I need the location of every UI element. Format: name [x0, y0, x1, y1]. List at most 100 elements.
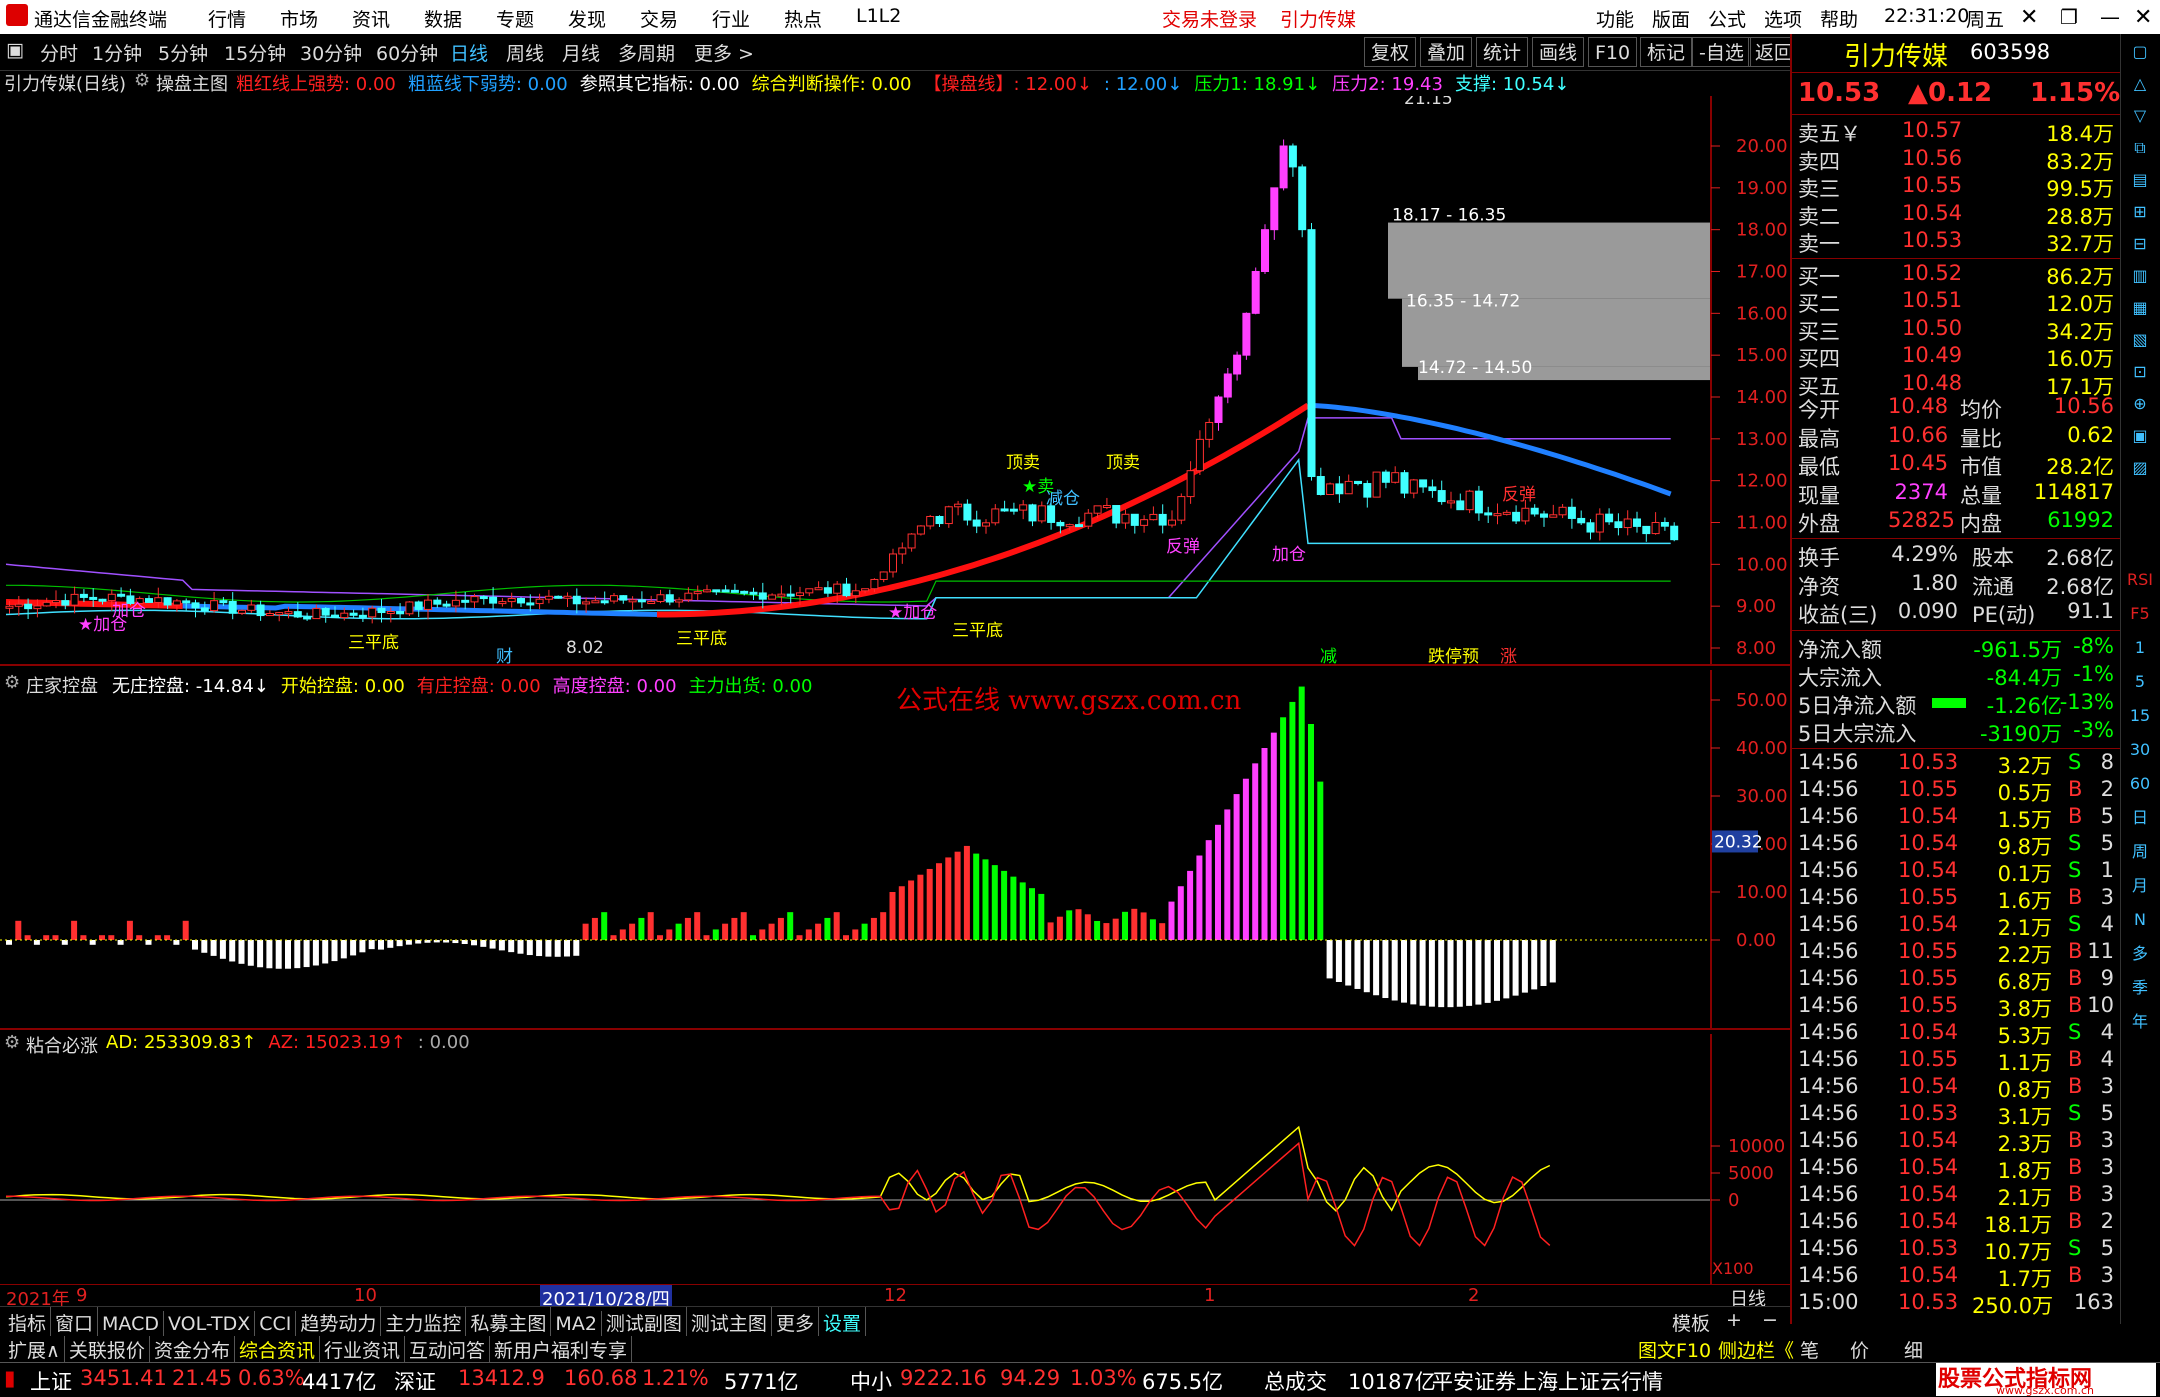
- period-15min[interactable]: 15分钟: [224, 39, 286, 66]
- f10-button[interactable]: F10: [1588, 37, 1638, 67]
- window-close-icon[interactable]: ✕: [2134, 5, 2152, 30]
- menu-function[interactable]: 功能: [1596, 5, 1634, 32]
- side-period-button[interactable]: 15: [2127, 704, 2153, 728]
- mark-button[interactable]: 标记: [1640, 37, 1693, 67]
- bid-row[interactable]: 买三 10.50 34.2万: [1792, 316, 2118, 344]
- side-tool-icon[interactable]: ⊟: [2127, 232, 2153, 256]
- trade-status[interactable]: 交易未登录: [1162, 5, 1257, 32]
- close-icon[interactable]: ✕: [2020, 5, 2038, 30]
- watchlist-button[interactable]: -自选: [1692, 37, 1751, 67]
- side-period-button[interactable]: 5: [2127, 670, 2153, 694]
- side-tool-icon[interactable]: ▢: [2127, 40, 2153, 64]
- period-60min[interactable]: 60分钟: [376, 39, 438, 66]
- sidebar-tab[interactable]: 侧边栏《: [1718, 1336, 1794, 1363]
- draw-button[interactable]: 画线: [1532, 37, 1585, 67]
- menu-l1l2[interactable]: L1L2: [856, 5, 901, 27]
- indicator-tab[interactable]: 更多: [772, 1307, 819, 1338]
- side-period-button[interactable]: 日: [2127, 806, 2153, 830]
- indicator-tab[interactable]: 主力监控: [381, 1307, 467, 1338]
- side-tool-icon[interactable]: ▣: [2127, 424, 2153, 448]
- maximize-icon[interactable]: ❐: [2060, 5, 2078, 29]
- main-indicator-name[interactable]: 操盘主图: [156, 70, 228, 96]
- low-indicator-name[interactable]: 粘合必涨: [26, 1032, 98, 1058]
- indicator-tab[interactable]: 测试副图: [602, 1307, 687, 1338]
- menu-trade[interactable]: 交易: [640, 5, 678, 32]
- ask-row[interactable]: 卖四 10.56 83.2万: [1792, 146, 2118, 174]
- settings-icon[interactable]: ⚙: [134, 70, 150, 91]
- bid-row[interactable]: 买二 10.51 12.0万: [1792, 288, 2118, 316]
- side-tool-icon[interactable]: ⊡: [2127, 360, 2153, 384]
- side-period-button[interactable]: N: [2127, 908, 2153, 932]
- menu-layout[interactable]: 版面: [1652, 5, 1690, 32]
- side-tool-icon[interactable]: ⊞: [2127, 200, 2153, 224]
- indicator-tab[interactable]: VOL-TDX: [164, 1311, 256, 1337]
- indicator-tab[interactable]: CCI: [255, 1311, 297, 1337]
- menu-formula[interactable]: 公式: [1708, 5, 1746, 32]
- mid-indicator-name[interactable]: 庄家控盘: [26, 672, 98, 698]
- tick-tab[interactable]: 笔: [1800, 1336, 1819, 1363]
- overlay-button[interactable]: 叠加: [1420, 37, 1473, 67]
- bid-row[interactable]: 买四 10.49 16.0万: [1792, 343, 2118, 371]
- period-30min[interactable]: 30分钟: [300, 39, 362, 66]
- indicator-tab[interactable]: 测试主图: [687, 1307, 772, 1338]
- menu-industry[interactable]: 行业: [712, 5, 750, 32]
- indicator-tab[interactable]: 趋势动力: [296, 1307, 382, 1338]
- toolbar-menu-icon[interactable]: ▣: [6, 39, 24, 61]
- period-more[interactable]: 更多 >: [694, 39, 754, 66]
- ask-row[interactable]: 卖五￥ 10.57 18.4万: [1792, 118, 2118, 146]
- indicator-tab[interactable]: MACD: [98, 1311, 164, 1337]
- add-button[interactable]: +: [1726, 1309, 1742, 1331]
- menu-quotes[interactable]: 行情: [208, 5, 246, 32]
- info-tab[interactable]: 综合资讯: [235, 1336, 320, 1363]
- settings-icon[interactable]: ⚙: [4, 672, 20, 693]
- indicator-tab[interactable]: MA2: [551, 1311, 602, 1337]
- side-tool-icon[interactable]: ▤: [2127, 168, 2153, 192]
- status-menu-icon[interactable]: ▮: [4, 1366, 16, 1390]
- period-5min[interactable]: 5分钟: [158, 39, 208, 66]
- price-tab[interactable]: 价: [1850, 1336, 1869, 1363]
- menu-discover[interactable]: 发现: [568, 5, 606, 32]
- side-period-button[interactable]: 季: [2127, 976, 2153, 1000]
- menu-market[interactable]: 市场: [280, 5, 318, 32]
- side-period-button[interactable]: RSI: [2127, 568, 2153, 592]
- indicator-tab[interactable]: 指标: [4, 1307, 52, 1338]
- side-tool-icon[interactable]: ▥: [2127, 264, 2153, 288]
- side-period-button[interactable]: F5: [2127, 602, 2153, 626]
- info-tab[interactable]: 行业资讯: [320, 1336, 405, 1363]
- indicator-tab[interactable]: 设置: [819, 1307, 866, 1338]
- ask-row[interactable]: 卖二 10.54 28.8万: [1792, 201, 2118, 229]
- side-period-button[interactable]: 60: [2127, 772, 2153, 796]
- side-tool-icon[interactable]: ▦: [2127, 296, 2153, 320]
- indicator-tab[interactable]: 私募主图: [466, 1307, 552, 1338]
- period-multi[interactable]: 多周期: [618, 39, 675, 66]
- side-tool-icon[interactable]: ⧉: [2127, 136, 2153, 160]
- stats-button[interactable]: 统计: [1476, 37, 1529, 67]
- side-period-button[interactable]: 30: [2127, 738, 2153, 762]
- menu-topic[interactable]: 专题: [496, 5, 534, 32]
- info-tab[interactable]: 新用户福利专享: [490, 1336, 633, 1363]
- menu-help[interactable]: 帮助: [1820, 5, 1858, 32]
- info-tab[interactable]: 关联报价: [65, 1336, 150, 1363]
- side-tool-icon[interactable]: ▨: [2127, 456, 2153, 480]
- period-weekly[interactable]: 周线: [506, 39, 544, 66]
- menu-news[interactable]: 资讯: [352, 5, 390, 32]
- menu-data[interactable]: 数据: [424, 5, 462, 32]
- menu-hot[interactable]: 热点: [784, 5, 822, 32]
- side-period-button[interactable]: 多: [2127, 942, 2153, 966]
- ask-row[interactable]: 卖三 10.55 99.5万: [1792, 173, 2118, 201]
- side-tool-icon[interactable]: ▧: [2127, 328, 2153, 352]
- side-tool-icon[interactable]: ▽: [2127, 104, 2153, 128]
- side-tool-icon[interactable]: ⊕: [2127, 392, 2153, 416]
- side-period-button[interactable]: 年: [2127, 1010, 2153, 1034]
- info-tab[interactable]: 资金分布: [150, 1336, 235, 1363]
- ask-row[interactable]: 卖一 10.53 32.7万: [1792, 228, 2118, 256]
- period-1min[interactable]: 1分钟: [92, 39, 142, 66]
- side-period-button[interactable]: 1: [2127, 636, 2153, 660]
- side-tool-icon[interactable]: △: [2127, 72, 2153, 96]
- period-timeshare[interactable]: 分时: [40, 39, 78, 66]
- template-button[interactable]: 模板: [1672, 1309, 1710, 1336]
- indicator-tab[interactable]: 窗口: [51, 1307, 99, 1338]
- info-tab[interactable]: 互动问答: [405, 1336, 490, 1363]
- bond-chart[interactable]: 10000 5000 0 X100: [0, 1034, 1790, 1284]
- period-monthly[interactable]: 月线: [562, 39, 600, 66]
